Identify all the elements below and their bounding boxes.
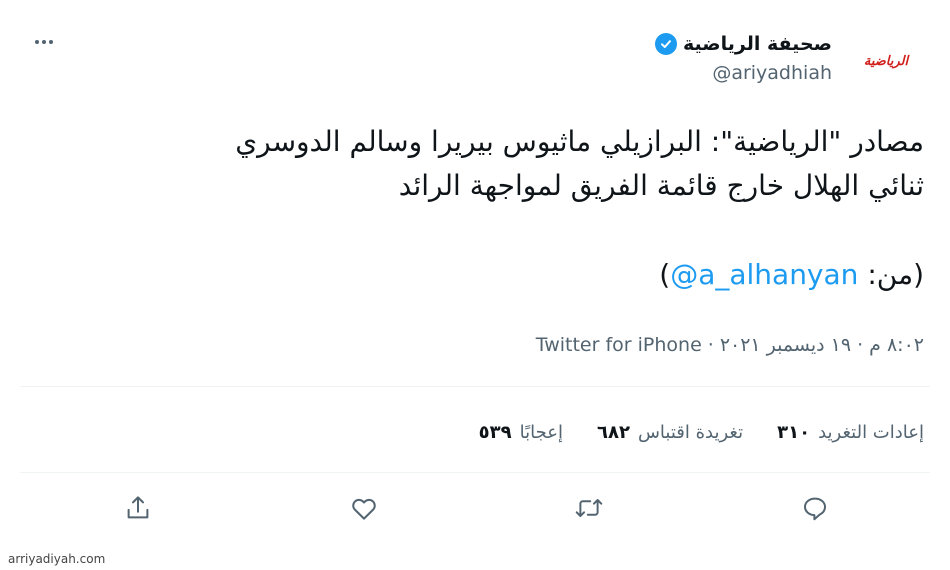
quotes-label: تغريدة اقتباس bbox=[637, 421, 744, 443]
tweet-card: الرياضية صحيفة الرياضية @ariyadhiah مصاد… bbox=[0, 0, 950, 570]
quotes-count: ٦٨٢ bbox=[596, 421, 630, 443]
credit-close: ) bbox=[659, 258, 671, 291]
share-icon[interactable] bbox=[120, 490, 156, 526]
tweet-text: مصادر "الرياضية": البرازيلي ماثيوس بيرير… bbox=[34, 120, 924, 208]
more-options-icon[interactable] bbox=[30, 28, 58, 56]
credit-open: (من: bbox=[858, 258, 924, 291]
tweet-text-line: ثنائي الهلال خارج قائمة الفريق لمواجهة ا… bbox=[398, 169, 924, 202]
likes-stat[interactable]: ٥٣٩ إعجابًا bbox=[479, 422, 563, 443]
author-handle[interactable]: @ariyadhiah bbox=[712, 62, 832, 84]
retweets-count: ٣١٠ bbox=[777, 421, 811, 443]
mention-link[interactable]: @a_alhanyan bbox=[670, 258, 858, 291]
quotes-stat[interactable]: ٦٨٢ تغريدة اقتباس bbox=[597, 422, 743, 443]
avatar[interactable]: الرياضية bbox=[858, 40, 914, 82]
engagement-stats: ٣١٠ إعادات التغريد ٦٨٢ تغريدة اقتباس ٥٣٩… bbox=[479, 416, 924, 448]
reply-icon[interactable] bbox=[797, 490, 833, 526]
avatar-logo: الرياضية bbox=[863, 53, 909, 69]
retweet-icon[interactable] bbox=[571, 490, 607, 526]
divider bbox=[20, 386, 930, 387]
likes-count: ٥٣٩ bbox=[478, 421, 512, 443]
like-icon[interactable] bbox=[346, 490, 382, 526]
action-bar bbox=[0, 486, 950, 530]
tweet-credit: (من: @a_alhanyan) bbox=[659, 258, 924, 291]
retweets-stat[interactable]: ٣١٠ إعادات التغريد bbox=[777, 422, 924, 443]
author-name-row: صحيفة الرياضية bbox=[655, 30, 832, 58]
likes-label: إعجابًا bbox=[519, 421, 563, 443]
tweet-meta: ٨:٠٢ م · ١٩ ديسمبر ٢٠٢١ · Twitter for iP… bbox=[536, 330, 924, 360]
author-display-name[interactable]: صحيفة الرياضية bbox=[683, 33, 832, 55]
divider bbox=[20, 472, 930, 473]
tweet-text-line: مصادر "الرياضية": البرازيلي ماثيوس بيرير… bbox=[235, 125, 924, 158]
site-watermark: arriyadiyah.com bbox=[8, 552, 106, 566]
meta-separator: · bbox=[707, 334, 714, 356]
tweet-timestamp[interactable]: ٨:٠٢ م · ١٩ ديسمبر ٢٠٢١ bbox=[720, 334, 924, 356]
verified-badge-icon bbox=[655, 33, 677, 55]
tweet-source[interactable]: Twitter for iPhone bbox=[536, 334, 702, 356]
retweets-label: إعادات التغريد bbox=[818, 421, 924, 443]
